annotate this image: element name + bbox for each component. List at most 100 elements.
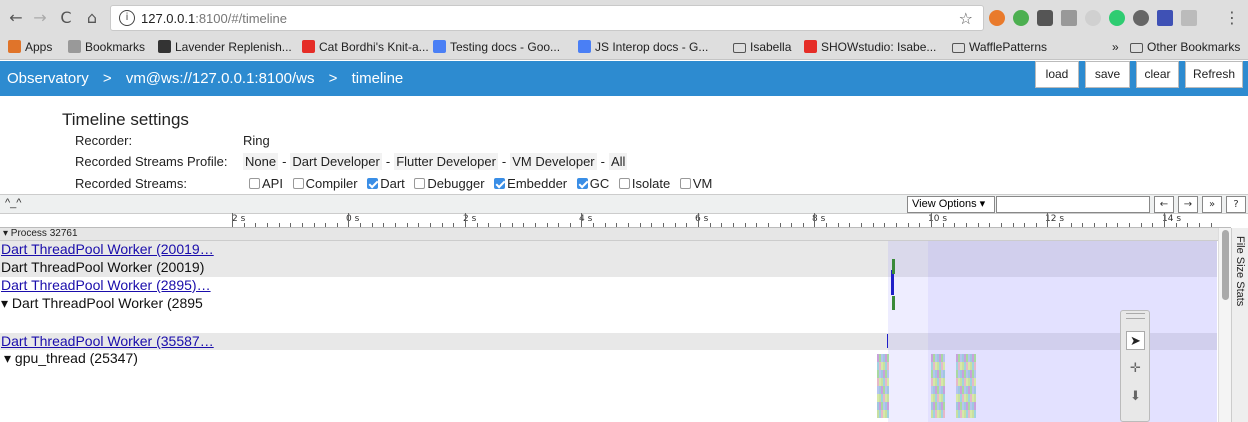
bookmark-wafflepatterns[interactable]: WafflePatterns xyxy=(952,40,1047,54)
gpu-trace-event[interactable] xyxy=(974,402,976,410)
zoom-icon[interactable]: ⬇ xyxy=(1126,387,1145,406)
clear-button[interactable]: clear xyxy=(1136,61,1179,88)
stream-checkbox-dart[interactable] xyxy=(367,178,379,189)
next-arrow-button[interactable]: → xyxy=(1178,196,1198,213)
gpu-trace-event[interactable] xyxy=(943,362,945,370)
bookmark-showstudio[interactable]: SHOWstudio: Isabe... xyxy=(804,40,936,54)
gpu-trace-event[interactable] xyxy=(887,354,889,362)
gpu-trace-event[interactable] xyxy=(887,386,889,394)
track-label[interactable]: Dart ThreadPool Worker (2895)… xyxy=(0,277,232,295)
file-size-stats-tab[interactable]: File Size Stats xyxy=(1234,236,1246,306)
gpu-trace-event[interactable] xyxy=(943,410,945,418)
bookmark-isabella[interactable]: Isabella xyxy=(733,40,791,54)
gpu-trace-event[interactable] xyxy=(887,370,889,378)
help-button[interactable]: ? xyxy=(1226,196,1246,213)
select-cursor-icon[interactable]: ➤ xyxy=(1126,331,1145,350)
prev-arrow-button[interactable]: ← xyxy=(1154,196,1174,213)
gpu-trace-event[interactable] xyxy=(943,354,945,362)
view-options-button[interactable]: View Options ▾ xyxy=(907,196,995,213)
stream-checkbox-isolate[interactable] xyxy=(618,178,630,189)
ruler-tick xyxy=(896,223,897,227)
trace-event[interactable] xyxy=(892,296,895,310)
trace-search-input[interactable] xyxy=(996,196,1150,213)
vertical-scrollbar[interactable] xyxy=(1218,228,1231,422)
stream-checkbox-gc[interactable] xyxy=(576,178,588,189)
crumb-observatory[interactable]: Observatory xyxy=(7,70,89,87)
track-label[interactable]: ▾ Dart ThreadPool Worker (2895 xyxy=(0,295,232,333)
load-button[interactable]: load xyxy=(1035,61,1079,88)
extension-icon[interactable] xyxy=(1133,10,1149,26)
scrollbar-thumb[interactable] xyxy=(1222,230,1229,300)
trace-event[interactable] xyxy=(887,334,888,348)
profile-vm-developer[interactable]: VM Developer xyxy=(510,153,597,170)
timing-icon[interactable] xyxy=(1126,413,1145,421)
pan-icon[interactable]: ✛ xyxy=(1126,359,1145,378)
menu-dots-icon[interactable]: ⋮ xyxy=(1222,8,1242,28)
ruler-tick xyxy=(279,223,280,227)
bookmark-lavender[interactable]: Lavender Replenish... xyxy=(158,40,292,54)
gpu-trace-event[interactable] xyxy=(974,410,976,418)
bookmark-bookmarks[interactable]: Bookmarks xyxy=(68,40,145,54)
forward-arrow-icon[interactable]: → xyxy=(30,8,50,28)
url-text[interactable]: 127.0.0.1:8100/#/timeline xyxy=(141,11,287,26)
extension-icon[interactable] xyxy=(1061,10,1077,26)
profile-flutter-developer[interactable]: Flutter Developer xyxy=(394,153,498,170)
track-label[interactable]: Dart ThreadPool Worker (20019… xyxy=(0,241,232,259)
gpu-trace-event[interactable] xyxy=(887,378,889,386)
track-label[interactable]: ▾ gpu_thread (25347) xyxy=(0,350,232,422)
gpu-trace-event[interactable] xyxy=(974,362,976,370)
back-arrow-icon[interactable]: ← xyxy=(6,8,26,28)
info-icon[interactable]: i xyxy=(119,10,135,26)
extension-icon[interactable] xyxy=(1013,10,1029,26)
gpu-trace-event[interactable] xyxy=(887,394,889,402)
drag-handle-icon[interactable] xyxy=(1126,313,1145,319)
stream-checkbox-compiler[interactable] xyxy=(292,178,304,189)
crumb-timeline[interactable]: timeline xyxy=(352,70,404,87)
address-bar[interactable]: i 127.0.0.1:8100/#/timeline ☆ xyxy=(110,5,984,31)
save-button[interactable]: save xyxy=(1085,61,1130,88)
trace-event[interactable] xyxy=(891,279,894,295)
bookmark-cat-bordhi[interactable]: Cat Bordhi's Knit-a... xyxy=(302,40,429,54)
gpu-trace-event[interactable] xyxy=(943,394,945,402)
gpu-trace-event[interactable] xyxy=(974,386,976,394)
profile-all[interactable]: All xyxy=(608,153,628,170)
stream-checkbox-embedder[interactable] xyxy=(494,178,506,189)
trace-event[interactable] xyxy=(892,259,895,274)
process-header[interactable]: ▾ Process 32761 xyxy=(0,228,1231,241)
extension-icon[interactable] xyxy=(1157,10,1173,26)
gpu-trace-event[interactable] xyxy=(943,370,945,378)
expand-button[interactable]: » xyxy=(1202,196,1222,213)
extension-icon[interactable] xyxy=(1037,10,1053,26)
refresh-button[interactable]: Refresh xyxy=(1185,61,1243,88)
profile-dart-developer[interactable]: Dart Developer xyxy=(290,153,382,170)
gpu-trace-event[interactable] xyxy=(943,378,945,386)
bookmark-testing-docs[interactable]: Testing docs - Goo... xyxy=(433,40,560,54)
gpu-trace-event[interactable] xyxy=(974,370,976,378)
bookmarks-overflow-button[interactable]: » xyxy=(1112,40,1119,54)
gpu-trace-event[interactable] xyxy=(974,394,976,402)
track-label[interactable]: Dart ThreadPool Worker (35587… xyxy=(0,333,232,350)
profile-none[interactable]: None xyxy=(243,153,279,170)
stream-checkbox-api[interactable] xyxy=(249,178,260,189)
crumb-vm[interactable]: vm@ws://127.0.0.1:8100/ws xyxy=(126,70,315,87)
home-icon[interactable]: ⌂ xyxy=(82,8,102,28)
stream-checkbox-debugger[interactable] xyxy=(414,178,426,189)
extension-icon[interactable] xyxy=(989,10,1005,26)
extension-icon[interactable] xyxy=(1085,10,1101,26)
gpu-trace-event[interactable] xyxy=(974,354,976,362)
bookmark-star-icon[interactable]: ☆ xyxy=(959,9,973,28)
bookmark-js-interop[interactable]: JS Interop docs - G... xyxy=(578,40,708,54)
gpu-trace-event[interactable] xyxy=(887,402,889,410)
gpu-trace-event[interactable] xyxy=(887,362,889,370)
stream-checkbox-vm[interactable] xyxy=(679,178,691,189)
side-panel[interactable]: File Size Stats xyxy=(1231,228,1248,422)
bookmark-apps[interactable]: Apps xyxy=(8,40,52,54)
reload-icon[interactable]: C xyxy=(56,8,76,28)
extension-icon[interactable] xyxy=(1109,10,1125,26)
gpu-trace-event[interactable] xyxy=(974,378,976,386)
gpu-trace-event[interactable] xyxy=(943,386,945,394)
extension-icon[interactable] xyxy=(1181,10,1197,26)
bookmark-other[interactable]: Other Bookmarks xyxy=(1130,40,1240,54)
gpu-trace-event[interactable] xyxy=(943,402,945,410)
gpu-trace-event[interactable] xyxy=(887,410,889,418)
